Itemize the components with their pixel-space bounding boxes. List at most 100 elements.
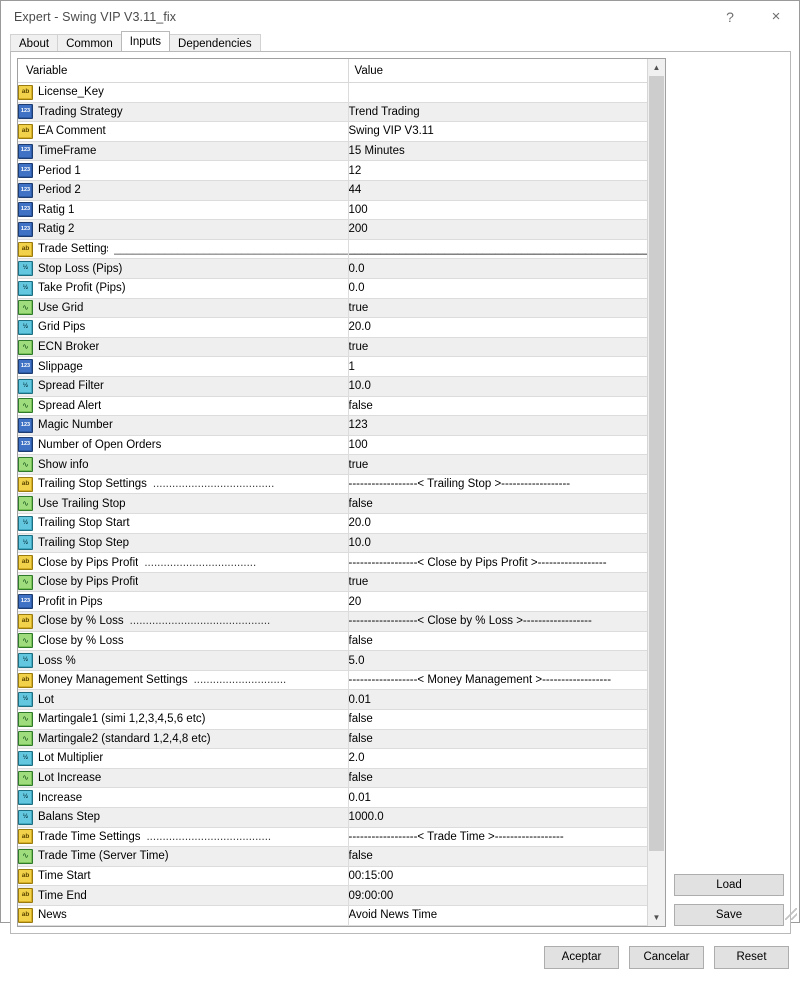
cell-value[interactable]: false xyxy=(347,631,647,652)
cell-value[interactable]: 0.0 xyxy=(347,258,647,279)
cell-value[interactable]: ------------------< Money Management >--… xyxy=(347,670,647,691)
table-row[interactable]: 123 Period 1 12 xyxy=(18,160,647,181)
save-button[interactable]: Save xyxy=(674,903,784,926)
table-row[interactable]: ½ Take Profit (Pips) 0.0 xyxy=(18,278,647,299)
table-row[interactable]: 123 Ratig 2 200 xyxy=(18,219,647,240)
cell-value[interactable]: 0.0 xyxy=(347,278,647,299)
tab-inputs[interactable]: Inputs xyxy=(120,31,171,51)
table-row[interactable]: ½ Trailing Stop Step 10.0 xyxy=(18,533,647,554)
cell-value[interactable]: 100 xyxy=(347,435,647,456)
cell-value[interactable]: 2.0 xyxy=(347,748,647,769)
cell-value[interactable]: ________________________________________… xyxy=(347,239,647,260)
table-row[interactable]: ab Close by Pips Profit..................… xyxy=(18,552,647,573)
cell-value[interactable]: 1 xyxy=(347,356,647,377)
scroll-up-icon[interactable]: ▲ xyxy=(648,59,665,76)
cell-value[interactable]: ------------------< Close by % Loss >---… xyxy=(347,611,647,632)
table-row[interactable]: ∿ Close by Pips Profit true xyxy=(18,572,647,593)
table-row[interactable]: ½ Loss % 5.0 xyxy=(18,650,647,671)
table-row[interactable]: ½ Stop Loss (Pips) 0.0 xyxy=(18,258,647,279)
resize-grip[interactable] xyxy=(785,908,797,920)
table-row[interactable]: ab News Avoid News Time xyxy=(18,905,647,926)
cancel-button[interactable]: Cancelar xyxy=(629,945,704,969)
cell-value[interactable]: ------------------< Trailing Stop >-----… xyxy=(347,474,647,495)
cell-value[interactable]: false xyxy=(347,396,647,417)
table-row[interactable]: ab Trailing Stop Settings................… xyxy=(18,474,647,495)
cell-value[interactable]: ------------------< Trade Time >--------… xyxy=(347,827,647,848)
table-row[interactable]: ½ Trailing Stop Start 20.0 xyxy=(18,513,647,534)
load-button[interactable]: Load xyxy=(674,873,784,896)
table-row[interactable]: ½ Increase 0.01 xyxy=(18,787,647,808)
table-row[interactable]: 123 TimeFrame 15 Minutes xyxy=(18,141,647,162)
cell-value[interactable]: 15 Minutes xyxy=(347,141,647,162)
tab-dependencies[interactable]: Dependencies xyxy=(169,34,261,52)
table-row[interactable]: ∿ ECN Broker true xyxy=(18,337,647,358)
table-row[interactable]: ab EA Comment Swing VIP V3.11 xyxy=(18,121,647,142)
table-row[interactable]: ½ Grid Pips 20.0 xyxy=(18,317,647,338)
cell-value[interactable] xyxy=(347,82,647,103)
table-row[interactable]: ab Trade Settings ________________________… xyxy=(18,239,647,260)
cell-value[interactable]: 10.0 xyxy=(347,376,647,397)
table-row[interactable]: ∿ Trade Time (Server Time) false xyxy=(18,846,647,867)
vertical-scrollbar[interactable]: ▲ ▼ xyxy=(647,59,665,926)
cell-value[interactable]: 20.0 xyxy=(347,513,647,534)
cell-value[interactable]: false xyxy=(347,493,647,515)
close-icon[interactable]: × xyxy=(753,1,799,32)
table-row[interactable]: ab License_Key xyxy=(18,82,647,103)
table-row[interactable]: 123 Ratig 1 100 xyxy=(18,200,647,221)
table-row[interactable]: ∿ Lot Increase false xyxy=(18,768,647,789)
table-row[interactable]: 123 Period 2 44 xyxy=(18,180,647,201)
tab-about[interactable]: About xyxy=(10,34,59,52)
cell-value[interactable]: ------------------< Close by Pips Profit… xyxy=(347,552,647,573)
table-row[interactable]: ∿ Martingale2 (standard 1,2,4,8 etc) false xyxy=(18,729,647,750)
cell-value[interactable]: true xyxy=(347,454,647,475)
cell-value[interactable]: 5.0 xyxy=(347,650,647,671)
scrollbar-thumb[interactable] xyxy=(649,76,664,851)
table-row[interactable]: ab Time End 09:00:00 xyxy=(18,885,647,906)
cell-value[interactable]: 1000.0 xyxy=(347,807,647,828)
tab-common[interactable]: Common xyxy=(57,34,122,52)
table-row[interactable]: 123 Trading Strategy Trend Trading xyxy=(18,102,647,123)
table-row[interactable]: ∿ Use Grid true xyxy=(18,298,647,319)
cell-value[interactable]: true xyxy=(347,572,647,593)
cell-value[interactable]: false xyxy=(347,846,647,867)
cell-value[interactable]: 20 xyxy=(347,591,647,613)
table-row[interactable]: ab Close by % Loss.......................… xyxy=(18,611,647,632)
table-row[interactable]: ab Money Management Settings.............… xyxy=(18,670,647,691)
table-row[interactable]: ∿ Martingale1 (simi 1,2,3,4,5,6 etc) false xyxy=(18,709,647,730)
table-row[interactable]: ab Trade Time Settings...................… xyxy=(18,827,647,848)
cell-value[interactable]: true xyxy=(347,337,647,358)
cell-value[interactable]: Swing VIP V3.11 xyxy=(347,121,647,142)
cell-value[interactable]: 00:15:00 xyxy=(347,866,647,887)
table-row[interactable]: 123 Slippage 1 xyxy=(18,356,647,377)
cell-value[interactable]: false xyxy=(347,709,647,730)
table-row[interactable]: ∿ Spread Alert false xyxy=(18,396,647,417)
accept-button[interactable]: Aceptar xyxy=(544,945,619,969)
cell-value[interactable]: true xyxy=(347,298,647,319)
cell-value[interactable]: 200 xyxy=(347,219,647,240)
cell-value[interactable]: 12 xyxy=(347,160,647,181)
help-icon[interactable]: ? xyxy=(707,1,753,32)
table-row[interactable]: ½ Lot Multiplier 2.0 xyxy=(18,748,647,769)
cell-value[interactable]: 123 xyxy=(347,415,647,436)
column-header-value[interactable]: Value xyxy=(347,59,647,83)
cell-value[interactable]: 0.01 xyxy=(347,787,647,808)
table-row[interactable]: ½ Spread Filter 10.0 xyxy=(18,376,647,397)
table-row[interactable]: ∿ Close by % Loss false xyxy=(18,631,647,652)
table-row[interactable]: 123 Magic Number 123 xyxy=(18,415,647,436)
scrollbar-track[interactable] xyxy=(648,76,665,909)
cell-value[interactable]: Avoid News Time xyxy=(347,905,647,926)
table-row[interactable]: ab Time Start 00:15:00 xyxy=(18,866,647,887)
cell-value[interactable]: 09:00:00 xyxy=(347,885,647,906)
table-row[interactable]: ∿ Show info true xyxy=(18,454,647,475)
cell-value[interactable]: Trend Trading xyxy=(347,102,647,123)
table-row[interactable]: ∿ Use Trailing Stop false xyxy=(18,493,647,515)
table-row[interactable]: 123 Profit in Pips 20 xyxy=(18,591,647,613)
table-row[interactable]: 123 Number of Open Orders 100 xyxy=(18,435,647,456)
reset-button[interactable]: Reset xyxy=(714,945,789,969)
cell-value[interactable]: 100 xyxy=(347,200,647,221)
cell-value[interactable]: false xyxy=(347,768,647,789)
cell-value[interactable]: 20.0 xyxy=(347,317,647,338)
table-row[interactable]: ½ Lot 0.01 xyxy=(18,689,647,710)
cell-value[interactable]: 44 xyxy=(347,180,647,201)
column-header-variable[interactable]: Variable xyxy=(18,59,348,83)
